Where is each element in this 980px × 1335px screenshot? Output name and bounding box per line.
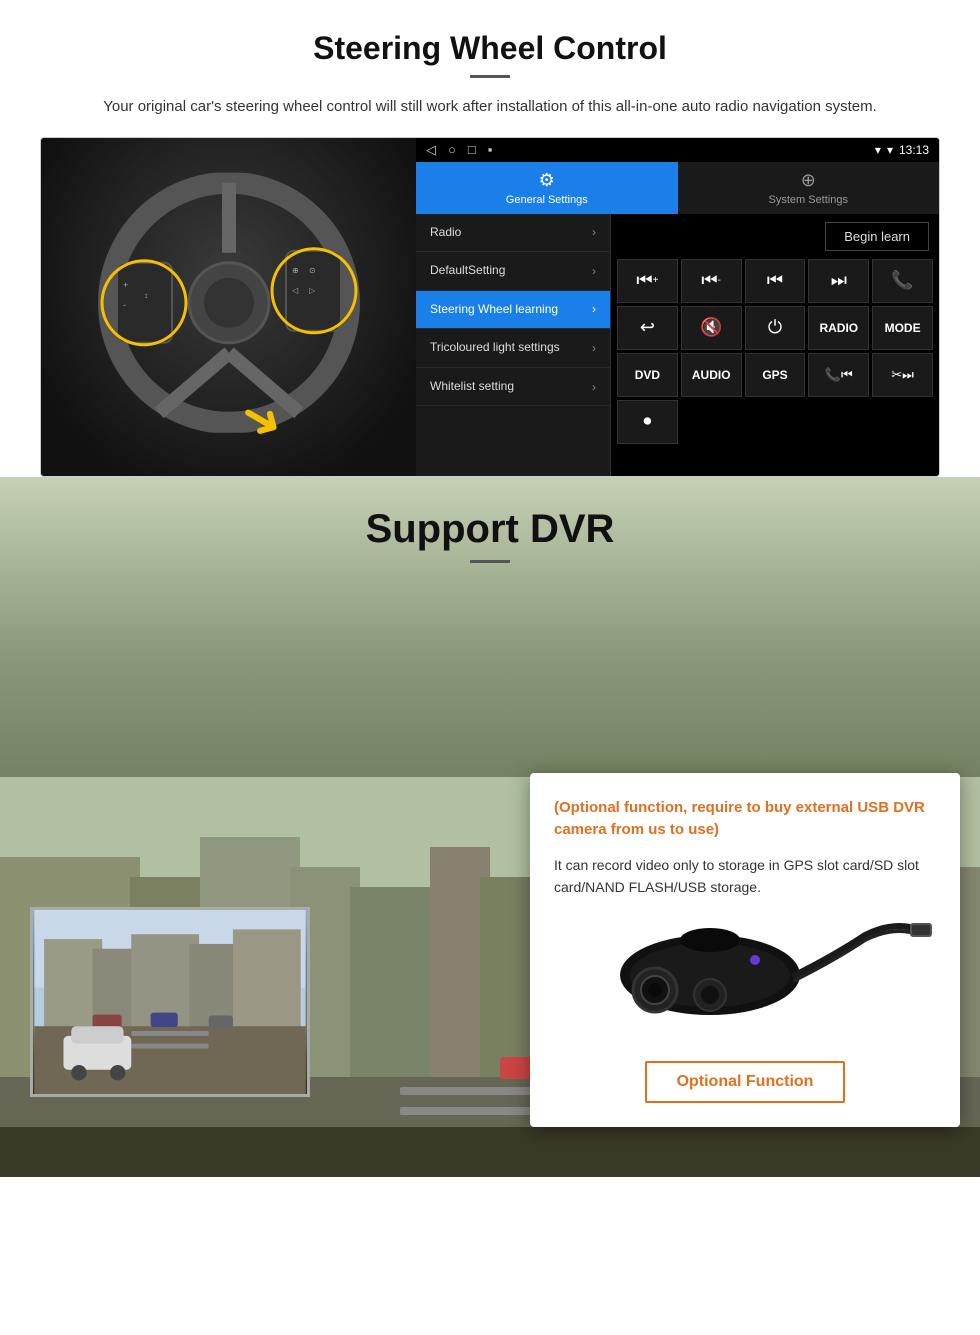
nav-icons: ◁ ○ □ ▪ xyxy=(426,142,492,158)
dvr-title: Support DVR xyxy=(0,507,980,552)
phone-prev-button[interactable]: 📞⏮ xyxy=(808,353,869,397)
dvr-title-area: Support DVR xyxy=(0,477,980,563)
hang-up-button[interactable]: ↩ xyxy=(617,306,678,350)
cut-next-button[interactable]: ✂⏭ xyxy=(872,353,933,397)
menu-item-default[interactable]: DefaultSetting › xyxy=(416,252,610,291)
steering-wheel-section: Steering Wheel Control Your original car… xyxy=(0,0,980,477)
status-bar: ◁ ○ □ ▪ ▾ ▾ 13:13 xyxy=(416,138,939,162)
begin-learn-row: Begin learn xyxy=(611,214,939,259)
tab-row: ⚙ General Settings ⊕ System Settings xyxy=(416,162,939,214)
dvr-body-text: It can record video only to storage in G… xyxy=(554,854,936,899)
tab-system-settings[interactable]: ⊕ System Settings xyxy=(678,162,940,214)
svg-text:▷: ▷ xyxy=(309,285,316,294)
content-area: Radio › DefaultSetting › Steering Wheel … xyxy=(416,214,939,476)
signal-icon: ▾ xyxy=(887,143,893,157)
back-icon[interactable]: ◁ xyxy=(426,142,436,158)
chevron-right-icon: › xyxy=(592,380,596,394)
tab-system-label: System Settings xyxy=(769,194,848,206)
chevron-right-icon: › xyxy=(592,341,596,355)
chevron-right-icon: › xyxy=(592,264,596,278)
menu-item-whitelist[interactable]: Whitelist setting › xyxy=(416,368,610,407)
dvr-title-divider xyxy=(470,560,510,563)
dvr-camera-visual xyxy=(554,915,936,1045)
button-grid: ⏮+ ⏮- ⏮ ⏭ 📞 ↩ 🔇 ⏻ RADIO MODE DVD AUDIO xyxy=(611,259,939,450)
svg-text:⊕: ⊕ xyxy=(292,265,299,274)
network-icon: ⊕ xyxy=(801,170,816,191)
svg-text:+: + xyxy=(123,279,128,289)
chevron-right-icon: › xyxy=(592,225,596,239)
right-panel: Begin learn ⏮+ ⏮- ⏮ ⏭ 📞 ↩ 🔇 ⏻ xyxy=(611,214,939,476)
gps-button[interactable]: GPS xyxy=(745,353,806,397)
steering-wheel-svg: + - ↕ ⊕ ⊙ ◁ ▷ xyxy=(89,172,369,432)
mode-button[interactable]: MODE xyxy=(872,306,933,350)
preview-svg xyxy=(33,910,307,1094)
home-icon[interactable]: ○ xyxy=(448,142,456,158)
steering-demo-container: + - ↕ ⊕ ⊙ ◁ ▷ ➜ ◁ ○ xyxy=(40,137,940,477)
phone-button[interactable]: 📞 xyxy=(872,259,933,303)
menu-item-steering[interactable]: Steering Wheel learning › xyxy=(416,291,610,330)
menu-item-tricoloured[interactable]: Tricoloured light settings › xyxy=(416,329,610,368)
menu-item-radio[interactable]: Radio › xyxy=(416,214,610,253)
svg-text:-: - xyxy=(123,299,126,309)
section-description: Your original car's steering wheel contr… xyxy=(80,96,900,119)
tab-general-settings[interactable]: ⚙ General Settings xyxy=(416,162,678,214)
dvr-camera-preview xyxy=(30,907,310,1097)
vol-down-button[interactable]: ⏮- xyxy=(681,259,742,303)
menu-list: Radio › DefaultSetting › Steering Wheel … xyxy=(416,214,611,476)
dvr-section: Support DVR xyxy=(0,477,980,1177)
page-title: Steering Wheel Control xyxy=(40,30,940,67)
dvr-background: Support DVR xyxy=(0,477,980,1177)
dvd-button[interactable]: DVD xyxy=(617,353,678,397)
optional-function-button[interactable]: Optional Function xyxy=(645,1061,845,1103)
radio-button[interactable]: RADIO xyxy=(808,306,869,350)
power-button[interactable]: ⏻ xyxy=(745,306,806,350)
svg-text:◁: ◁ xyxy=(292,285,299,294)
svg-text:⊙: ⊙ xyxy=(309,265,316,274)
begin-learn-button[interactable]: Begin learn xyxy=(825,222,929,251)
title-divider xyxy=(470,75,510,78)
dvr-optional-text: (Optional function, require to buy exter… xyxy=(554,797,936,842)
tab-general-label: General Settings xyxy=(506,194,588,206)
dvr-icon-button[interactable]: ⏺ xyxy=(617,400,678,444)
vol-up-button[interactable]: ⏮+ xyxy=(617,259,678,303)
wifi-icon: ▾ xyxy=(875,143,881,157)
dvr-camera-svg xyxy=(555,915,935,1045)
chevron-right-icon: › xyxy=(592,302,596,316)
next-button[interactable]: ⏭ xyxy=(808,259,869,303)
gear-icon: ⚙ xyxy=(539,170,555,191)
svg-text:↕: ↕ xyxy=(144,290,148,299)
mute-button[interactable]: 🔇 xyxy=(681,306,742,350)
clock: 13:13 xyxy=(899,143,929,157)
recents-icon[interactable]: □ xyxy=(468,142,476,158)
dvr-info-card: (Optional function, require to buy exter… xyxy=(530,773,960,1127)
prev-button[interactable]: ⏮ xyxy=(745,259,806,303)
audio-button[interactable]: AUDIO xyxy=(681,353,742,397)
android-settings-panel: ◁ ○ □ ▪ ▾ ▾ 13:13 ⚙ General Settings ⊕ S… xyxy=(416,138,939,476)
screenshot-icon[interactable]: ▪ xyxy=(488,142,493,158)
steering-wheel-image: + - ↕ ⊕ ⊙ ◁ ▷ ➜ xyxy=(41,138,416,477)
